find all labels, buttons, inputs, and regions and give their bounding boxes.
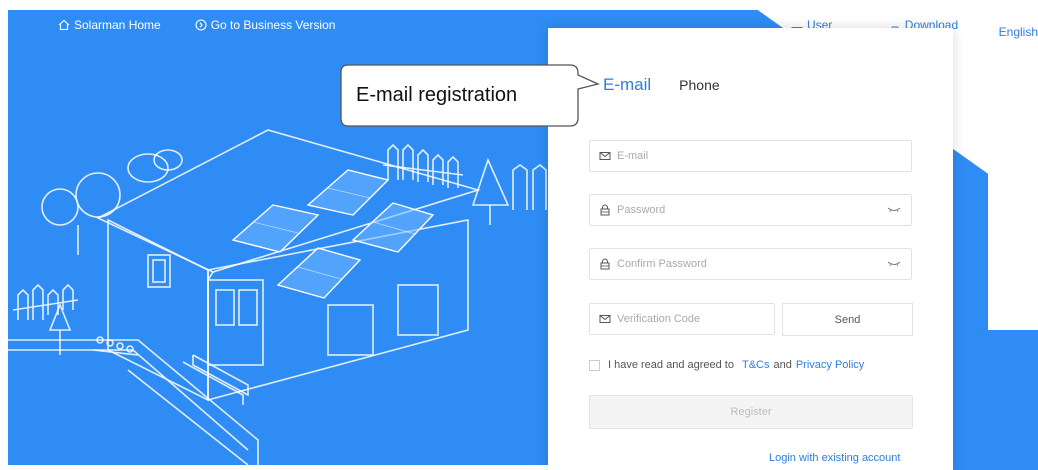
solarman-home-link[interactable]: Solarman Home	[58, 18, 161, 32]
email-field[interactable]	[589, 140, 912, 172]
language-label: English	[998, 25, 1038, 39]
password-field[interactable]	[589, 194, 912, 226]
background-accent	[953, 330, 1038, 470]
privacy-policy-link[interactable]: Privacy Policy	[796, 359, 864, 371]
register-button[interactable]: Register	[589, 395, 913, 429]
tcs-link[interactable]: T&Cs	[742, 359, 770, 371]
verification-code-input[interactable]	[615, 312, 774, 326]
chevron-circle-icon	[195, 19, 207, 31]
mail-icon	[599, 315, 611, 323]
email-input[interactable]	[615, 149, 911, 163]
confirm-password-input[interactable]	[615, 257, 887, 271]
lock-icon	[600, 258, 610, 270]
verification-code-field[interactable]	[589, 303, 775, 335]
eye-closed-icon[interactable]	[887, 261, 901, 267]
tab-phone[interactable]: Phone	[679, 77, 719, 93]
tab-email[interactable]: E-mail	[603, 75, 651, 95]
eye-closed-icon[interactable]	[887, 207, 901, 213]
agree-text: I have read and agreed to	[608, 359, 734, 371]
confirm-password-field[interactable]	[589, 248, 912, 280]
language-selector[interactable]: English	[999, 18, 1038, 46]
lock-icon	[600, 204, 610, 216]
registration-tabs: E-mail Phone	[603, 75, 720, 95]
agree-checkbox[interactable]	[589, 359, 600, 371]
send-code-button[interactable]: Send	[782, 303, 913, 336]
mail-icon	[599, 152, 611, 160]
business-link-label: Go to Business Version	[210, 18, 336, 32]
callout-text: E-mail registration	[356, 84, 518, 106]
registration-card: E-mail Phone Send I have read and agreed…	[548, 28, 953, 470]
email-registration-callout: E-mail registration	[340, 64, 602, 135]
login-existing-account-link[interactable]: Login with existing account	[769, 452, 900, 464]
password-input[interactable]	[615, 203, 887, 217]
and-text: and	[773, 359, 792, 371]
business-version-link[interactable]: Go to Business Version	[195, 18, 336, 32]
home-link-label: Solarman Home	[74, 18, 161, 32]
home-icon	[58, 19, 70, 31]
terms-agreement: I have read and agreed to T&Cs and Priva…	[589, 359, 864, 371]
